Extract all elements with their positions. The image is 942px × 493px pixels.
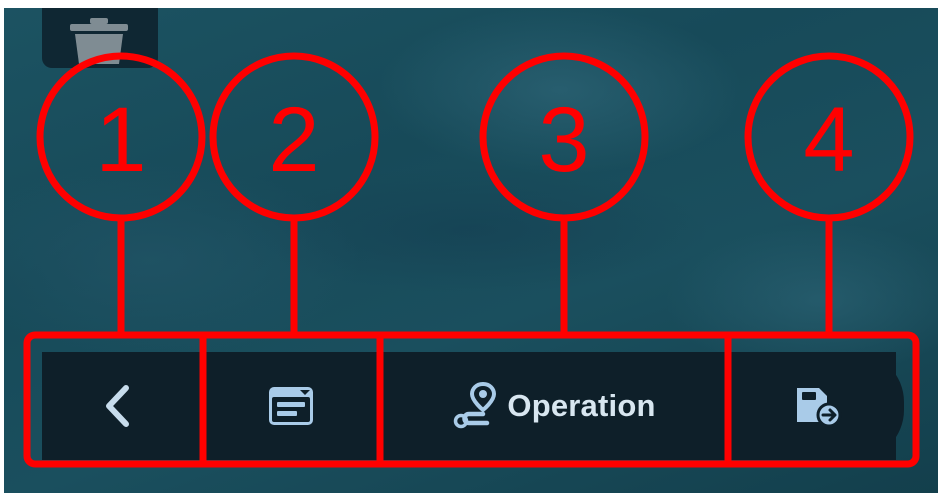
frame-top [0,0,942,8]
trash-icon [70,18,128,64]
window-panel-icon [269,387,313,425]
back-button[interactable] [42,352,192,460]
frame-left [0,0,4,493]
operation-label: Operation [507,388,656,423]
file-export-icon [796,388,841,428]
delete-button[interactable] [42,8,158,68]
route-icon [454,381,497,429]
operation-button[interactable]: Operation [392,352,717,460]
frame-right [938,0,942,493]
chevron-left-icon [106,385,129,427]
export-button[interactable] [739,352,896,460]
panel-button[interactable] [213,352,369,460]
